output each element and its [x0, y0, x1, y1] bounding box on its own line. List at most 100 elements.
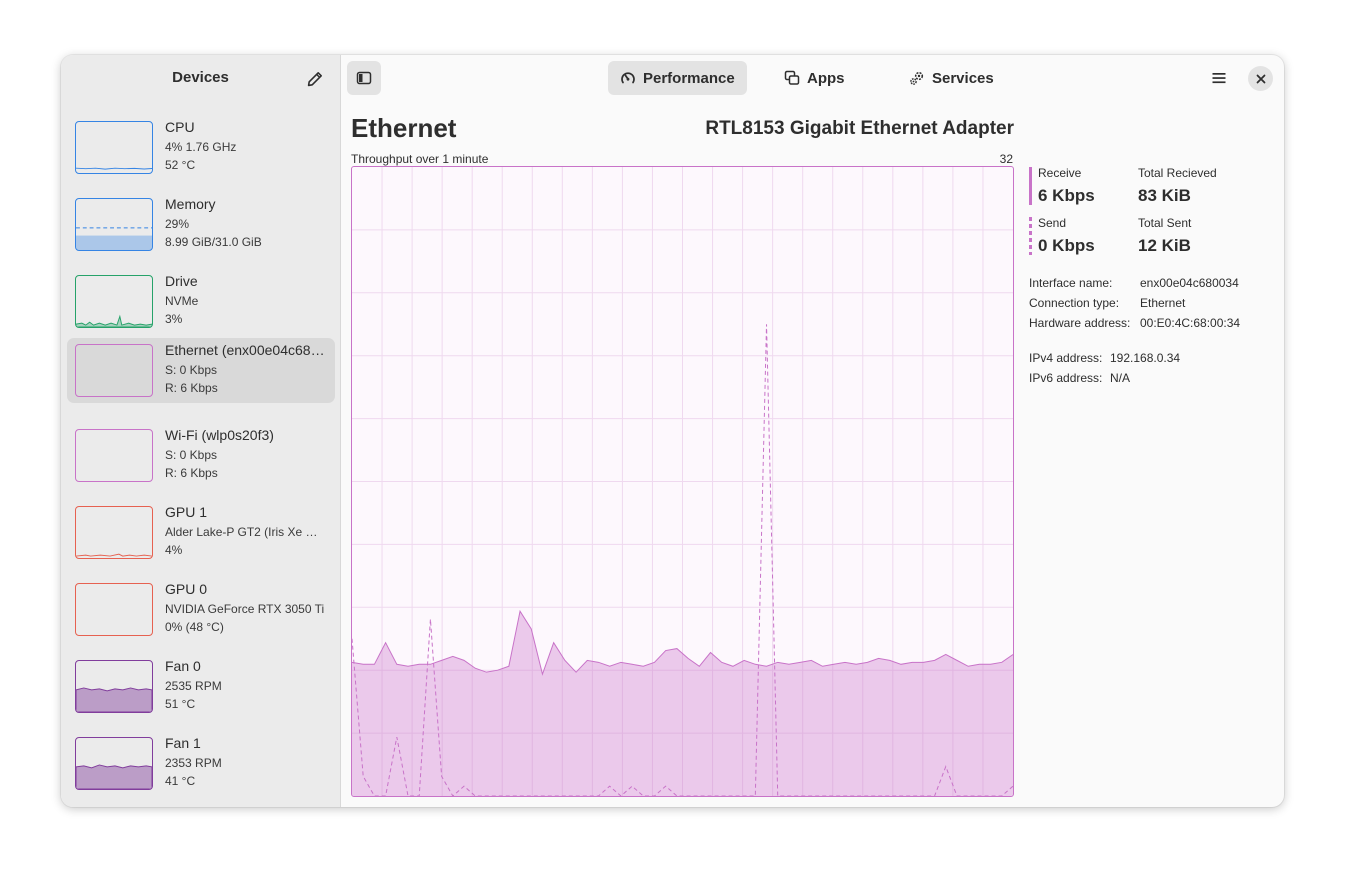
device-line1: NVIDIA GeForce RTX 3050 Ti — [165, 602, 325, 616]
hardware-address-label: Hardware address: — [1029, 316, 1131, 330]
receive-value: 6 Kbps — [1038, 186, 1095, 205]
graph-caption: Throughput over 1 minute — [351, 152, 489, 166]
device-line1: S: 0 Kbps — [165, 448, 218, 462]
toggle-sidebar-button[interactable] — [347, 61, 381, 95]
device-name: Drive — [165, 273, 198, 289]
total-received-label: Total Recieved — [1138, 166, 1217, 180]
sidebar-item-gpu-0[interactable]: GPU 0 NVIDIA GeForce RTX 3050 Ti 0% (48 °C… — [67, 577, 335, 642]
device-line2: 4% — [165, 543, 183, 557]
device-line1: Alder Lake-P GT2 (Iris Xe Graphics) — [165, 525, 325, 539]
tab-apps-label: Apps — [807, 69, 845, 87]
device-line2: 52 °C — [165, 158, 196, 172]
device-line2: 41 °C — [165, 774, 196, 788]
thumbnail-svg — [76, 227, 152, 250]
sidebar-item-fan-1[interactable]: Fan 1 2353 RPM 41 °C — [67, 731, 335, 796]
thumbnail-svg — [76, 687, 152, 712]
tab-services-label: Services — [932, 69, 994, 87]
device-graph-thumbnail — [75, 583, 153, 636]
ipv4-label: IPv4 address: — [1029, 351, 1103, 365]
thumb-line — [76, 167, 152, 170]
total-received-value: 83 KiB — [1138, 186, 1191, 205]
interface-name-value: enx00e04c680034 — [1140, 276, 1239, 290]
thumb-fill — [76, 235, 152, 250]
thumbnail-svg — [76, 167, 152, 170]
device-graph-thumbnail — [75, 506, 153, 559]
device-line1: S: 0 Kbps — [165, 363, 218, 377]
device-graph-thumbnail — [75, 344, 153, 397]
pencil-icon — [307, 72, 322, 87]
sidebar-item-fan-0[interactable]: Fan 0 2535 RPM 51 °C — [67, 654, 335, 719]
tab-performance-label: Performance — [643, 69, 735, 87]
thumbnail-svg — [76, 764, 152, 789]
device-line2: 8.99 GiB/31.0 GiB — [165, 235, 262, 249]
device-name: Memory — [165, 196, 216, 212]
device-name: GPU 1 — [165, 504, 208, 520]
page-title: Ethernet — [351, 113, 457, 143]
device-graph-thumbnail — [75, 429, 153, 482]
device-name: GPU 0 — [165, 581, 208, 597]
device-graph-thumbnail — [75, 737, 153, 790]
thumb-area — [76, 314, 152, 327]
gears-icon — [910, 71, 924, 85]
ipv6-value: N/A — [1110, 371, 1131, 385]
hardware-address-value: 00:E0:4C:68:00:34 — [1140, 316, 1241, 330]
sidebar-item-gpu-1[interactable]: GPU 1 Alder Lake-P GT2 (Iris Xe Graphics)… — [67, 500, 335, 565]
device-line2: R: 6 Kbps — [165, 466, 218, 480]
device-model: RTL8153 Gigabit Ethernet Adapter — [705, 118, 1014, 139]
tab-services[interactable]: Services — [897, 61, 1006, 95]
windows-icon — [784, 70, 800, 85]
device-line2: 0% (48 °C) — [165, 620, 224, 634]
throughput-graph — [351, 166, 1014, 797]
edit-button[interactable] — [303, 67, 327, 91]
ipv6-label: IPv6 address: — [1029, 371, 1103, 385]
device-graph-thumbnail — [75, 198, 153, 251]
sidebar-title: Devices — [172, 69, 229, 86]
stats-panel: Receive 6 Kbps Total Recieved 83 KiB Sen… — [1029, 55, 1279, 807]
device-line1: NVMe — [165, 294, 199, 308]
device-graph-thumbnail — [75, 275, 153, 328]
throughput-graph-svg — [352, 167, 1013, 796]
receive-label: Receive — [1038, 166, 1082, 180]
tab-apps[interactable]: Apps — [772, 61, 857, 95]
device-line1: 4% 1.76 GHz — [165, 140, 237, 154]
thumbnail-svg — [76, 345, 152, 396]
interface-name-label: Interface name: — [1029, 276, 1113, 290]
device-line1: 2353 RPM — [165, 756, 222, 770]
devices-sidebar: Devices CPU 4% 1.76 GHz 52 °C Memory 29% 8.99… — [61, 55, 341, 807]
device-name: Fan 1 — [165, 735, 201, 751]
total-sent-value: 12 KiB — [1138, 236, 1191, 255]
thumbnail-svg — [76, 314, 152, 327]
thumb-area — [76, 687, 152, 712]
device-name: Fan 0 — [165, 658, 201, 674]
thumb-line — [76, 553, 152, 557]
device-name: Ethernet (enx00e04c680034) — [165, 342, 325, 358]
sidebar-header: Devices — [61, 55, 340, 101]
send-label: Send — [1038, 216, 1067, 230]
send-legend-swatch — [1029, 217, 1032, 255]
device-line2: 3% — [165, 312, 183, 326]
thumb-area — [76, 764, 152, 789]
sidebar-item-ethernet[interactable]: Ethernet (enx00e04c680034) S: 0 Kbps R: 6 … — [67, 338, 335, 403]
main-panel: Performance Apps Services Ethernet RTL81… — [341, 55, 1284, 807]
device-line1: 2535 RPM — [165, 679, 222, 693]
sidebar-item-drive[interactable]: Drive NVMe 3% — [67, 269, 335, 334]
device-line1: 29% — [165, 217, 190, 231]
thumbnail-svg — [76, 584, 152, 635]
ipv4-value: 192.168.0.34 — [1110, 351, 1181, 365]
send-value: 0 Kbps — [1038, 236, 1095, 255]
tab-performance[interactable]: Performance — [608, 61, 747, 95]
thumbnail-svg — [76, 430, 152, 481]
sidebar-item-wi-fi[interactable]: Wi-Fi (wlp0s20f3) S: 0 Kbps R: 6 Kbps — [67, 423, 335, 488]
sidebar-item-cpu[interactable]: CPU 4% 1.76 GHz 52 °C — [67, 115, 335, 180]
device-graph-thumbnail — [75, 660, 153, 713]
device-name: Wi-Fi (wlp0s20f3) — [165, 427, 274, 443]
sidebar-item-memory[interactable]: Memory 29% 8.99 GiB/31.0 GiB — [67, 192, 335, 257]
device-line2: 51 °C — [165, 697, 196, 711]
sidebar-toggle-icon — [356, 71, 372, 85]
connection-type-label: Connection type: — [1029, 296, 1120, 310]
speedometer-icon — [621, 72, 635, 84]
app-window: Devices CPU 4% 1.76 GHz 52 °C Memory 29% 8.99… — [61, 55, 1284, 807]
total-sent-label: Total Sent — [1138, 216, 1192, 230]
connection-type-value: Ethernet — [1140, 296, 1186, 310]
device-graph-thumbnail — [75, 121, 153, 174]
